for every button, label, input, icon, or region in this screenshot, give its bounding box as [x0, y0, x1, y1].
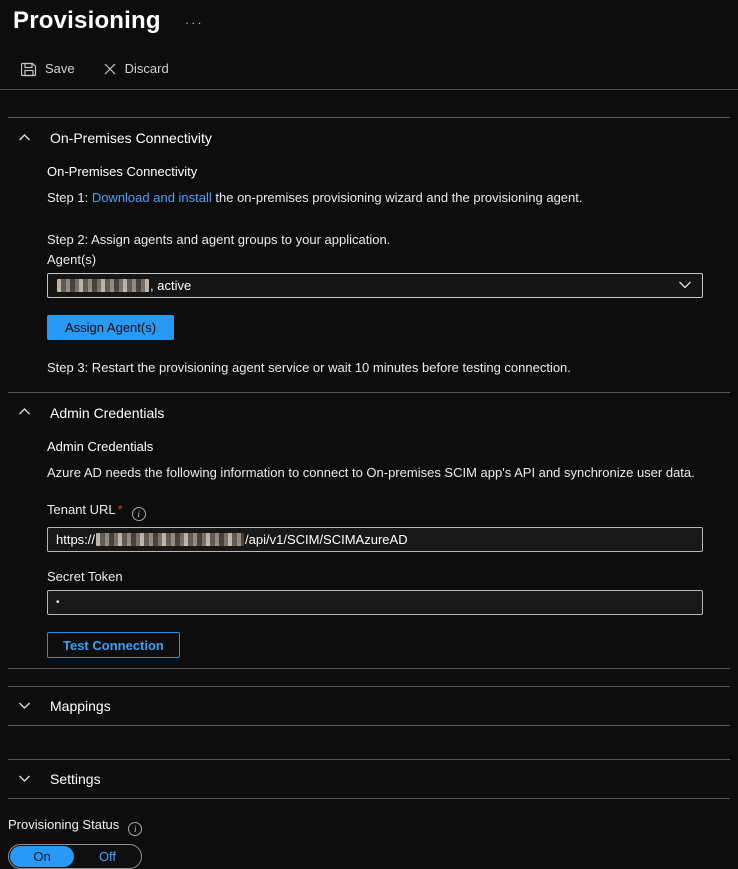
- chevron-down-icon: [18, 699, 31, 714]
- command-bar: Save Discard: [0, 48, 738, 90]
- section-settings: Settings: [8, 759, 730, 799]
- section-mappings: Mappings: [8, 686, 730, 726]
- agents-label: Agent(s): [47, 252, 703, 267]
- assign-agents-button[interactable]: Assign Agent(s): [47, 315, 174, 340]
- page-header: Provisioning ···: [0, 0, 738, 35]
- chevron-up-icon: [18, 131, 31, 146]
- section-title: Settings: [50, 771, 101, 787]
- redacted-agent-name: [57, 279, 149, 292]
- spacer: [0, 726, 738, 759]
- tenant-url-suffix: /api/v1/SCIM/SCIMAzureAD: [245, 532, 408, 547]
- required-asterisk: *: [118, 502, 123, 517]
- tenant-url-prefix: https://: [56, 532, 95, 547]
- step1-suffix: the on-premises provisioning wizard and …: [212, 190, 583, 205]
- on-premises-subheading: On-Premises Connectivity: [47, 164, 703, 179]
- save-label: Save: [45, 61, 75, 76]
- toggle-off-option[interactable]: Off: [74, 849, 141, 864]
- section-header-mappings[interactable]: Mappings: [8, 687, 730, 725]
- page-title: Provisioning: [13, 7, 161, 35]
- info-icon[interactable]: i: [128, 822, 142, 836]
- discard-label: Discard: [125, 61, 169, 76]
- chevron-up-icon: [18, 405, 31, 420]
- tenant-url-input[interactable]: https:// /api/v1/SCIM/SCIMAzureAD: [47, 527, 703, 552]
- agent-value-suffix: , active: [150, 278, 191, 293]
- toggle-on-option[interactable]: On: [10, 846, 74, 867]
- section-header-settings[interactable]: Settings: [8, 760, 730, 798]
- spacer: [47, 658, 703, 668]
- step1-prefix: Step 1:: [47, 190, 92, 205]
- test-connection-button[interactable]: Test Connection: [47, 632, 180, 658]
- download-and-install-link[interactable]: Download and install: [92, 190, 212, 205]
- discard-button[interactable]: Discard: [103, 61, 169, 76]
- spacer: [0, 90, 738, 117]
- section-on-premises-connectivity: On-Premises Connectivity On-Premises Con…: [8, 117, 730, 378]
- step2-text: Step 2: Assign agents and agent groups t…: [47, 231, 703, 250]
- section-title: On-Premises Connectivity: [50, 130, 212, 146]
- provisioning-blade: Provisioning ··· Save Discard: [0, 0, 738, 833]
- tenant-url-label: Tenant URL* i: [47, 502, 703, 521]
- provisioning-status-toggle: On Off: [8, 844, 142, 869]
- save-button[interactable]: Save: [21, 61, 75, 77]
- step1-text: Step 1: Download and install the on-prem…: [47, 189, 703, 208]
- chevron-down-icon: [18, 772, 31, 787]
- step3-text: Step 3: Restart the provisioning agent s…: [47, 359, 703, 378]
- secret-token-masked-value: •: [56, 597, 60, 608]
- on-premises-body: On-Premises Connectivity Step 1: Downloa…: [8, 158, 730, 378]
- section-admin-credentials: Admin Credentials Admin Credentials Azur…: [8, 392, 730, 670]
- admin-credentials-description: Azure AD needs the following information…: [47, 464, 703, 483]
- section-header-admin-credentials[interactable]: Admin Credentials: [8, 393, 730, 433]
- provisioning-status-area: Provisioning Status i On Off: [0, 799, 738, 869]
- provisioning-status-label-text: Provisioning Status: [8, 817, 119, 832]
- more-menu-button[interactable]: ···: [185, 15, 204, 30]
- info-icon[interactable]: i: [132, 507, 146, 521]
- provisioning-status-label: Provisioning Status i: [8, 817, 738, 836]
- close-icon: [103, 62, 117, 76]
- secret-token-input[interactable]: •: [47, 590, 703, 615]
- admin-credentials-subheading: Admin Credentials: [47, 439, 703, 454]
- blade-content: On-Premises Connectivity On-Premises Con…: [0, 90, 738, 869]
- admin-credentials-body: Admin Credentials Azure AD needs the fol…: [8, 433, 730, 669]
- spacer: [0, 669, 738, 686]
- agents-dropdown[interactable]: , active: [47, 273, 703, 298]
- secret-token-label: Secret Token: [47, 569, 703, 584]
- section-header-on-premises[interactable]: On-Premises Connectivity: [8, 118, 730, 158]
- section-title: Admin Credentials: [50, 405, 164, 421]
- redacted-tenant-host: [96, 533, 244, 546]
- tenant-url-label-text: Tenant URL: [47, 502, 116, 517]
- save-icon: [21, 61, 37, 77]
- agents-dropdown-value: , active: [56, 278, 191, 293]
- section-title: Mappings: [50, 698, 111, 714]
- chevron-down-icon: [678, 278, 692, 293]
